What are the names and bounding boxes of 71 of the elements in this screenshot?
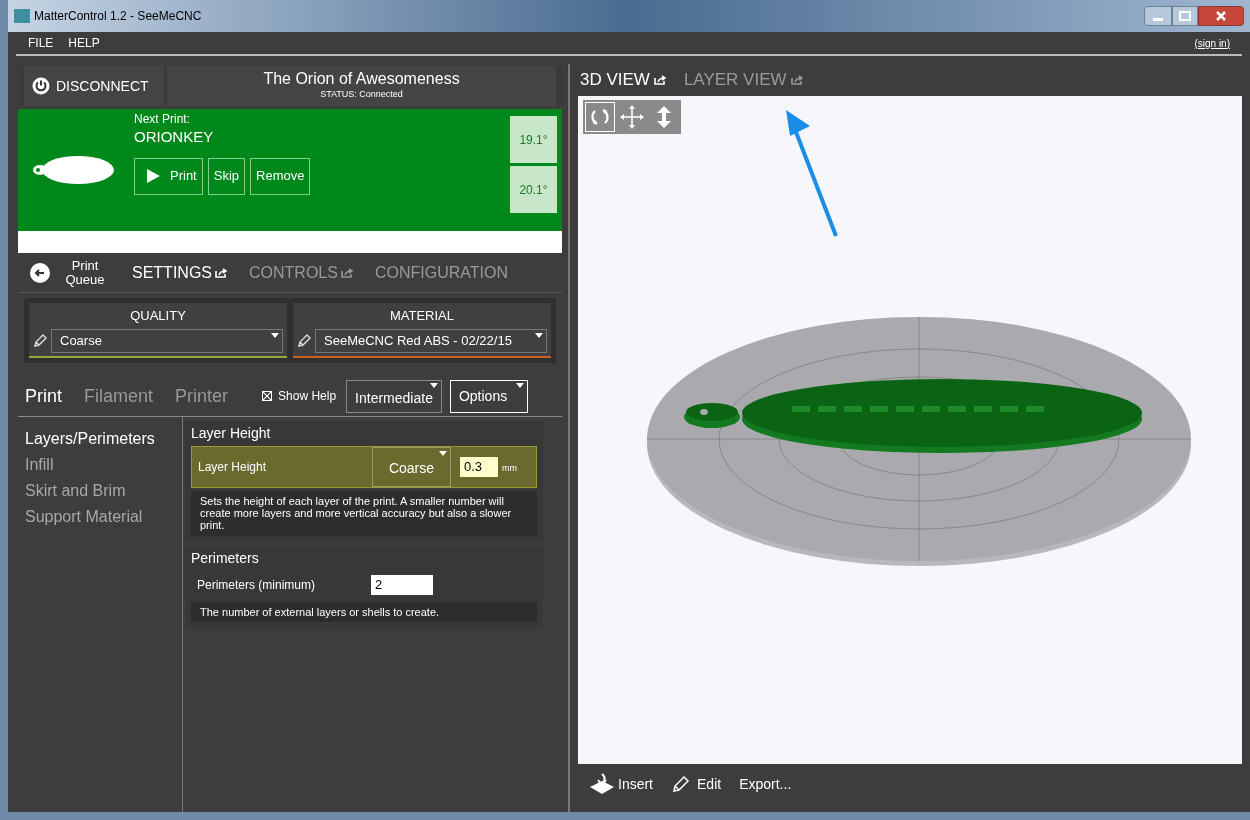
section-tab[interactable]: Print — [25, 382, 62, 410]
section-tab[interactable]: Printer — [175, 382, 229, 410]
maximize-icon — [1179, 11, 1191, 21]
level-dropdown[interactable]: Intermediate — [346, 379, 442, 413]
next-print-label: Next Print: — [134, 113, 191, 126]
print-name: ORIONKEY — [134, 127, 215, 147]
pencil-icon[interactable] — [33, 333, 47, 348]
help-text: Sets the height of each layer of the print. A smaller number will create more layers and more vertical accuracy but also a slower print. — [191, 490, 537, 536]
group-title: Perimeters — [191, 548, 260, 568]
app-icon — [14, 9, 30, 23]
temperature-reading: 20.1° — [510, 166, 557, 213]
pencil-icon[interactable] — [297, 333, 311, 348]
setting-input[interactable]: 0.3 — [460, 456, 498, 477]
insert-icon — [588, 773, 616, 795]
popout-icon — [340, 267, 353, 278]
queue-button[interactable]: Skip — [207, 157, 246, 195]
popout-icon — [653, 75, 666, 85]
tab[interactable]: CONFIGURATION — [374, 260, 508, 285]
group-title: Layer Height — [191, 423, 272, 443]
printer-status: STATUS: Connected — [320, 88, 403, 102]
show-help-label: Show Help — [278, 388, 337, 405]
disconnect-button[interactable]: DISCONNECT — [24, 66, 164, 106]
action-button[interactable]: Export... — [739, 773, 792, 795]
unit-label: mm — [502, 461, 517, 475]
section-tab[interactable]: Filament — [84, 382, 154, 410]
category-item[interactable]: Skirt and Brim — [25, 478, 182, 503]
minimize-icon — [1153, 18, 1163, 21]
setting-label: Perimeters (minimum) — [197, 576, 316, 594]
category-item[interactable]: Support Material — [25, 504, 182, 529]
queue-button[interactable]: Remove — [250, 157, 311, 195]
window-title: MatterControl 1.2 - SeeMeCNC — [34, 8, 202, 25]
category-item[interactable]: Layers/Perimeters — [25, 426, 182, 451]
preset-dropdown[interactable]: SeeMeCNC Red ABS - 02/22/15 — [315, 328, 547, 353]
temperature-reading: 19.1° — [510, 116, 557, 163]
tab[interactable]: SETTINGS — [132, 260, 227, 285]
menu-item[interactable]: FILE — [28, 34, 54, 52]
power-icon — [32, 77, 50, 95]
popout-icon — [215, 267, 227, 278]
dropdown-caret-icon — [535, 332, 543, 338]
action-button[interactable]: Edit — [671, 773, 722, 795]
maximize-button[interactable] — [1172, 6, 1198, 26]
action-button[interactable]: Insert — [588, 773, 653, 795]
minimize-button[interactable] — [1144, 6, 1172, 26]
dropdown-caret-icon — [439, 450, 447, 456]
dropdown-caret-icon — [429, 382, 438, 388]
sign-in-link[interactable]: (sign in) — [1194, 35, 1230, 51]
rotate-icon[interactable] — [585, 102, 615, 132]
pencil-icon — [671, 774, 691, 794]
popout-icon — [790, 75, 803, 85]
setting-label: Layer Height — [198, 458, 268, 476]
view-tab[interactable]: LAYER VIEW — [683, 67, 803, 93]
setting-input[interactable]: 2 — [371, 574, 433, 595]
options-dropdown[interactable]: Options — [449, 379, 528, 413]
preset-dropdown[interactable]: Coarse — [372, 446, 451, 487]
play-icon — [146, 169, 160, 183]
dropdown-caret-icon — [271, 332, 279, 338]
category-item[interactable]: Infill — [25, 452, 182, 477]
close-button[interactable] — [1198, 6, 1244, 26]
tab[interactable]: CONTROLS — [249, 260, 353, 285]
preset-dropdown[interactable]: Coarse — [51, 328, 283, 353]
back-button[interactable]: Print Queue — [30, 258, 122, 287]
view-tab[interactable]: 3D VIEW — [580, 67, 666, 93]
printer-name: The Orion of Awesomeness — [263, 70, 460, 89]
preset-title: QUALITY — [130, 307, 186, 325]
dropdown-caret-icon — [515, 382, 524, 388]
menu-item[interactable]: HELP — [68, 34, 100, 52]
preset-title: MATERIAL — [389, 307, 455, 325]
show-help-checkbox[interactable] — [262, 391, 273, 401]
help-text: The number of external layers or shells to create. — [191, 601, 537, 622]
close-icon — [1215, 10, 1227, 22]
queue-button[interactable]: Print — [134, 157, 203, 195]
